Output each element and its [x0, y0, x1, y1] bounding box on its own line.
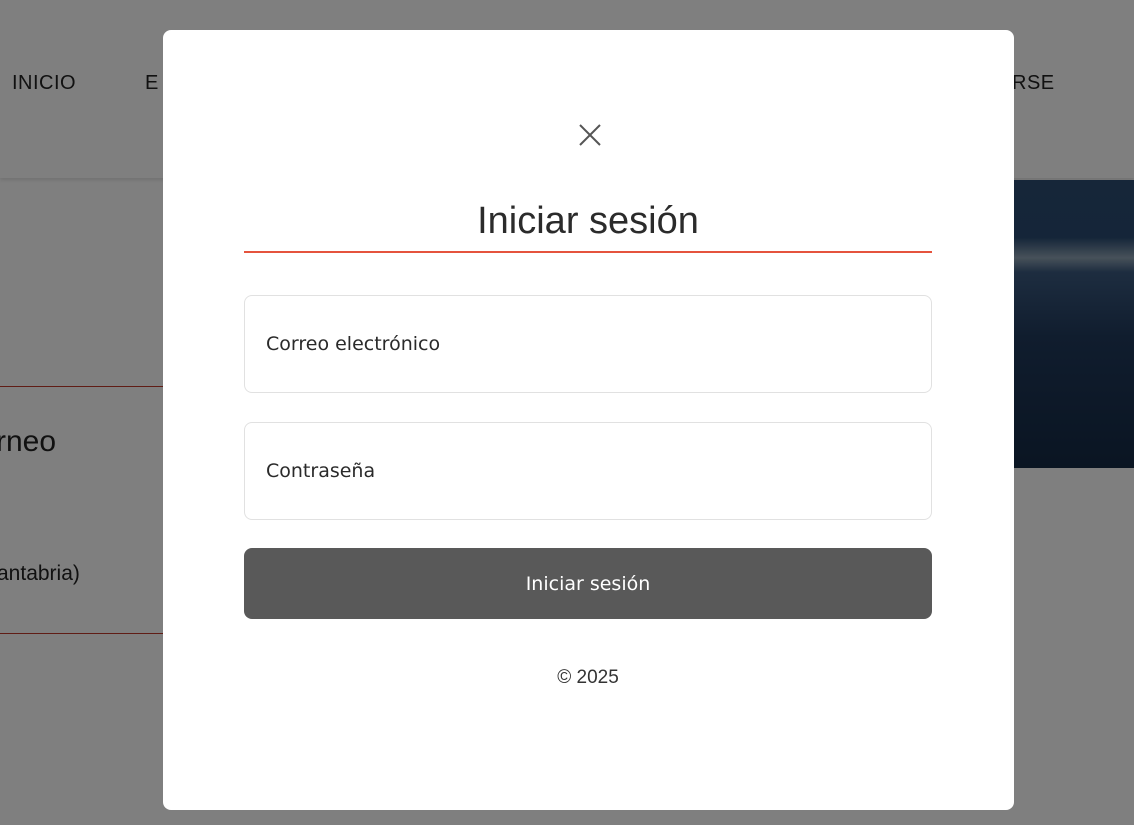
password-field[interactable]: [245, 423, 931, 519]
email-field-wrapper: [244, 295, 932, 393]
email-field[interactable]: [245, 296, 931, 392]
login-modal: Iniciar sesión Iniciar sesión © 2025: [163, 30, 1014, 810]
title-underline: [244, 251, 932, 253]
close-button[interactable]: [572, 117, 608, 153]
login-submit-button[interactable]: Iniciar sesión: [244, 548, 932, 619]
password-field-wrapper: [244, 422, 932, 520]
copyright-text: © 2025: [557, 667, 619, 688]
close-icon: [579, 124, 601, 146]
modal-title: Iniciar sesión: [477, 200, 699, 242]
